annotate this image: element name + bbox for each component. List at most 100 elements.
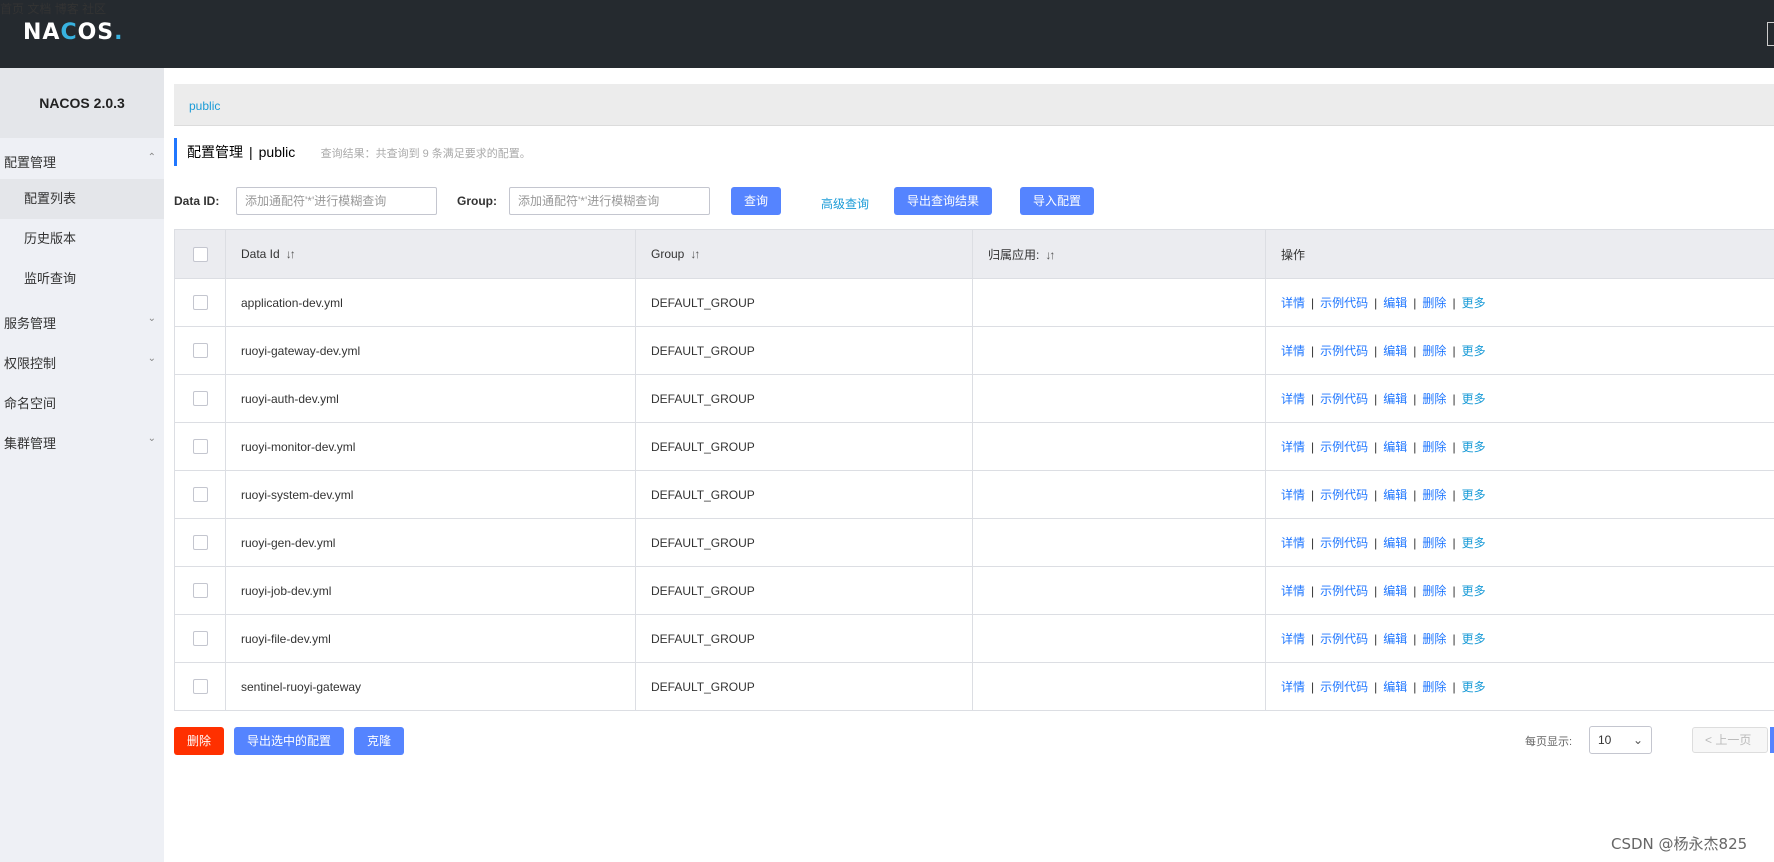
sort-icon[interactable]: ↓↑ (1045, 248, 1055, 262)
more-link[interactable]: 更多 (1462, 344, 1486, 358)
edit-link[interactable]: 编辑 (1383, 344, 1407, 358)
delete-link[interactable]: 删除 (1422, 680, 1446, 694)
edit-link[interactable]: 编辑 (1383, 584, 1407, 598)
chevron-up-icon: ⌃ (147, 152, 156, 163)
config-table: Data Id ↓↑ Group ↓↑ 归属应用: ↓↑ 操作 application… (174, 229, 1774, 711)
edit-link[interactable]: 编辑 (1383, 680, 1407, 694)
next-page-button[interactable] (1770, 727, 1774, 753)
nav-community[interactable]: 社区 (82, 2, 106, 16)
delete-link[interactable]: 删除 (1422, 488, 1446, 502)
detail-link[interactable]: 详情 (1281, 584, 1305, 598)
edit-link[interactable]: 编辑 (1383, 392, 1407, 406)
column-header-group[interactable]: Group ↓↑ (635, 229, 973, 279)
detail-link[interactable]: 详情 (1281, 632, 1305, 646)
cell-dataid: ruoyi-job-dev.yml (225, 566, 636, 615)
more-link[interactable]: 更多 (1462, 536, 1486, 550)
sidebar-item-listener-query[interactable]: 监听查询 (0, 259, 164, 299)
clone-button[interactable]: 克隆 (354, 727, 405, 755)
row-checkbox[interactable] (192, 439, 208, 455)
more-link[interactable]: 更多 (1462, 488, 1486, 502)
detail-link[interactable]: 详情 (1281, 344, 1305, 358)
more-link[interactable]: 更多 (1462, 440, 1486, 454)
select-all-checkbox[interactable] (192, 246, 208, 262)
group-label: Group: (457, 194, 497, 208)
delete-link[interactable]: 删除 (1422, 632, 1446, 646)
sample-code-link[interactable]: 示例代码 (1320, 584, 1368, 598)
separator: | (1311, 488, 1315, 502)
detail-link[interactable]: 详情 (1281, 440, 1305, 454)
sample-code-link[interactable]: 示例代码 (1320, 440, 1368, 454)
menu-config-management[interactable]: 配置管理 ⌃ (4, 152, 156, 171)
nav-home[interactable]: 首页 (0, 2, 24, 16)
detail-link[interactable]: 详情 (1281, 392, 1305, 406)
row-checkbox[interactable] (192, 487, 208, 503)
row-checkbox[interactable] (192, 295, 208, 311)
delete-link[interactable]: 删除 (1422, 536, 1446, 550)
row-checkbox[interactable] (192, 679, 208, 695)
row-checkbox[interactable] (192, 391, 208, 407)
export-selected-button[interactable]: 导出选中的配置 (234, 727, 345, 755)
namespace-link-public[interactable]: public (189, 99, 220, 113)
delete-link[interactable]: 删除 (1422, 392, 1446, 406)
sample-code-link[interactable]: 示例代码 (1320, 488, 1368, 502)
sample-code-link[interactable]: 示例代码 (1320, 680, 1368, 694)
edit-link[interactable]: 编辑 (1383, 296, 1407, 310)
delete-link[interactable]: 删除 (1422, 584, 1446, 598)
group-input[interactable] (509, 187, 710, 215)
page-size-select[interactable]: 10 ⌄ (1589, 726, 1652, 754)
edit-link[interactable]: 编辑 (1383, 440, 1407, 454)
cell-dataid: ruoyi-gen-dev.yml (225, 518, 636, 567)
advanced-query-link[interactable]: 高级查询 (821, 195, 869, 212)
menu-access-control[interactable]: 权限控制 ⌄ (4, 353, 156, 372)
prev-page-button[interactable]: < 上一页 (1692, 727, 1768, 753)
detail-link[interactable]: 详情 (1281, 680, 1305, 694)
separator: | (1374, 536, 1378, 550)
more-link[interactable]: 更多 (1462, 296, 1486, 310)
menu-cluster-management[interactable]: 集群管理 ⌄ (4, 433, 156, 452)
query-result-hint: 查询结果：共查询到 9 条满足要求的配置。 (320, 148, 531, 160)
detail-link[interactable]: 详情 (1281, 488, 1305, 502)
cell-actions: 详情 | 示例代码 | 编辑 | 删除 | 更多 (1265, 518, 1774, 567)
edit-link[interactable]: 编辑 (1383, 632, 1407, 646)
detail-link[interactable]: 详情 (1281, 536, 1305, 550)
edit-link[interactable]: 编辑 (1383, 488, 1407, 502)
more-link[interactable]: 更多 (1462, 632, 1486, 646)
row-select-cell (174, 422, 226, 471)
sidebar-item-history[interactable]: 历史版本 (0, 219, 164, 259)
sample-code-link[interactable]: 示例代码 (1320, 392, 1368, 406)
dataid-input[interactable] (236, 187, 437, 215)
sample-code-link[interactable]: 示例代码 (1320, 344, 1368, 358)
sort-icon[interactable]: ↓↑ (286, 247, 296, 261)
sidebar-item-config-list[interactable]: 配置列表 (0, 179, 164, 219)
edit-link[interactable]: 编辑 (1383, 536, 1407, 550)
namespace-bar: public (174, 84, 1774, 126)
more-link[interactable]: 更多 (1462, 392, 1486, 406)
sample-code-link[interactable]: 示例代码 (1320, 632, 1368, 646)
row-checkbox[interactable] (192, 583, 208, 599)
column-header-dataid[interactable]: Data Id ↓↑ (225, 229, 636, 279)
delete-selected-button[interactable]: 删除 (174, 727, 225, 755)
detail-link[interactable]: 详情 (1281, 296, 1305, 310)
query-button[interactable]: 查询 (731, 187, 782, 215)
nav-blog[interactable]: 博客 (55, 2, 79, 16)
language-switch-button[interactable] (1767, 22, 1774, 46)
sample-code-link[interactable]: 示例代码 (1320, 536, 1368, 550)
sort-icon[interactable]: ↓↑ (690, 247, 700, 261)
menu-namespace[interactable]: 命名空间 (4, 393, 156, 412)
row-checkbox[interactable] (192, 631, 208, 647)
row-checkbox[interactable] (192, 343, 208, 359)
column-header-app[interactable]: 归属应用: ↓↑ (972, 229, 1266, 279)
delete-link[interactable]: 删除 (1422, 296, 1446, 310)
nacos-logo[interactable]: NACOS. (23, 20, 124, 45)
menu-service-management[interactable]: 服务管理 ⌄ (4, 313, 156, 332)
export-results-button[interactable]: 导出查询结果 (894, 187, 993, 215)
more-link[interactable]: 更多 (1462, 584, 1486, 598)
import-config-button[interactable]: 导入配置 (1020, 187, 1095, 215)
sample-code-link[interactable]: 示例代码 (1320, 296, 1368, 310)
row-checkbox[interactable] (192, 535, 208, 551)
delete-link[interactable]: 删除 (1422, 440, 1446, 454)
delete-link[interactable]: 删除 (1422, 344, 1446, 358)
watermark: CSDN @杨永杰825 (1611, 835, 1748, 853)
more-link[interactable]: 更多 (1462, 680, 1486, 694)
nav-docs[interactable]: 文档 (27, 2, 51, 16)
